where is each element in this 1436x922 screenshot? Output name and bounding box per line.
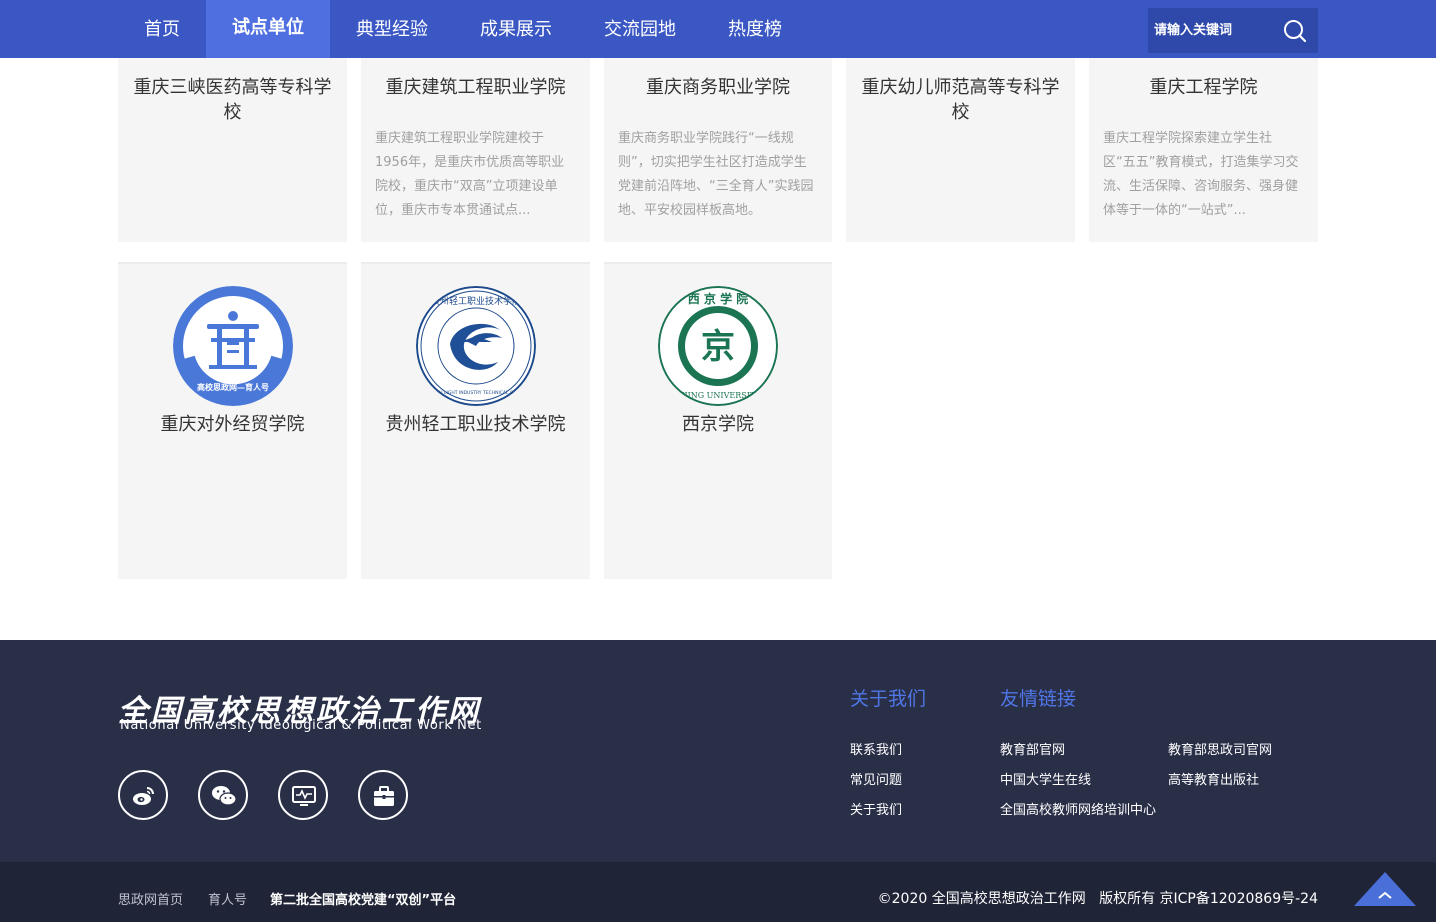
unit-card[interactable]: 京 西 京 学 院 XIJING UNIVERSITY 西京学院 [604,262,832,579]
svg-text:GUIZHOU LIGHT INDUSTRY TECHNIC: GUIZHOU LIGHT INDUSTRY TECHNICAL COLLEGE [421,390,531,396]
nav-pilot-units[interactable]: 试点单位 [206,0,330,58]
unit-name: 重庆工程学院 [1149,77,1258,98]
footer-link-yurenhao[interactable]: 育人号 [208,889,247,908]
unit-name: 重庆对外经贸学院 [160,414,305,435]
search-box [1148,8,1318,53]
wechat-icon [212,786,237,806]
footer-link-moe[interactable]: 教育部官网 [1000,739,1065,758]
footer-link-hep[interactable]: 高等教育出版社 [1168,769,1259,788]
unit-name: 西京学院 [682,414,754,435]
footer-link-about[interactable]: 关于我们 [850,799,902,818]
svg-text:京: 京 [701,327,735,367]
unit-name: 重庆建筑工程职业学院 [385,77,566,98]
weibo-button[interactable] [118,770,168,820]
svg-text:XIJING UNIVERSITY: XIJING UNIVERSITY [676,391,762,400]
footer-brand-subtitle: National University Ideological & Politi… [120,718,482,733]
footer-link-moe-szs[interactable]: 教育部思政司官网 [1168,739,1272,758]
unit-name: 重庆三峡医药高等专科学校 [133,77,332,123]
nav-home[interactable]: 首页 [124,0,200,58]
unit-name: 贵州轻工职业技术学院 [385,414,566,435]
footer-link-faq[interactable]: 常见问题 [850,769,902,788]
friend-links-heading: 友情链接 [1000,688,1077,710]
briefcase-button[interactable] [358,770,408,820]
footer-link-shuangchuang[interactable]: 第二批全国高校党建“双创”平台 [270,889,456,908]
footer-link-univs[interactable]: 中国大学生在线 [1000,769,1091,788]
search-input[interactable] [1148,8,1276,53]
wechat-button[interactable] [198,770,248,820]
unit-name: 重庆幼儿师范高等专科学校 [861,77,1060,123]
monitor-button[interactable] [278,770,328,820]
back-to-top-button[interactable] [1354,872,1416,912]
footer-link-home[interactable]: 思政网首页 [118,889,183,908]
unit-name: 重庆商务职业学院 [646,77,790,98]
search-icon[interactable] [1282,18,1308,44]
briefcase-icon [374,786,394,806]
unit-card[interactable]: 贵州轻工职业技术学院 GUIZHOU LIGHT INDUSTRY TECHNI… [361,262,590,579]
svg-text:西 京 学 院: 西 京 学 院 [688,291,749,306]
copyright-text: ©2020 全国高校思想政治工作网 版权所有 京ICP备12020869号-24 [877,891,1318,907]
xijing-university-logo-icon: 京 西 京 学 院 XIJING UNIVERSITY [658,286,778,406]
nav-exchange[interactable]: 交流园地 [588,0,692,58]
page: 首页 试点单位 典型经验 成果展示 交流园地 热度榜 重庆三峡医药高等专科学校 … [0,0,1436,922]
weibo-icon [133,787,154,805]
footer-link-teacher-training[interactable]: 全国高校教师网络培训中心 [1000,799,1156,818]
about-us-heading: 关于我们 [850,688,927,710]
unit-card[interactable]: 高校思政网—育人号 重庆对外经贸学院 [118,262,347,579]
yurenhao-logo-icon: 高校思政网—育人号 [172,286,293,406]
top-nav: 首页 试点单位 典型经验 成果展示 交流园地 热度榜 [0,0,1436,58]
unit-description: 重庆工程学院探索建立学生社区“五五”教育模式，打造集学习交流、生活保障、咨询服务… [1103,131,1299,218]
nav-achievements[interactable]: 成果展示 [464,0,568,58]
guizhou-light-industry-logo-icon: 贵州轻工职业技术学院 GUIZHOU LIGHT INDUSTRY TECHNI… [415,286,536,406]
monitor-icon [292,786,316,806]
unit-description: 重庆建筑工程职业学院建校于1956年，是重庆市优质高等职业院校，重庆市“双高”立… [375,131,565,218]
svg-text:贵州轻工职业技术学院: 贵州轻工职业技术学院 [430,295,520,307]
nav-typical-experience[interactable]: 典型经验 [340,0,444,58]
svg-text:高校思政网—育人号: 高校思政网—育人号 [197,382,269,392]
unit-description: 重庆商务职业学院践行“一线规则”，切实把学生社区打造成学生党建前沿阵地、“三全育… [618,131,814,218]
nav-hot-list[interactable]: 热度榜 [712,0,798,58]
footer-link-contact[interactable]: 联系我们 [850,739,902,758]
